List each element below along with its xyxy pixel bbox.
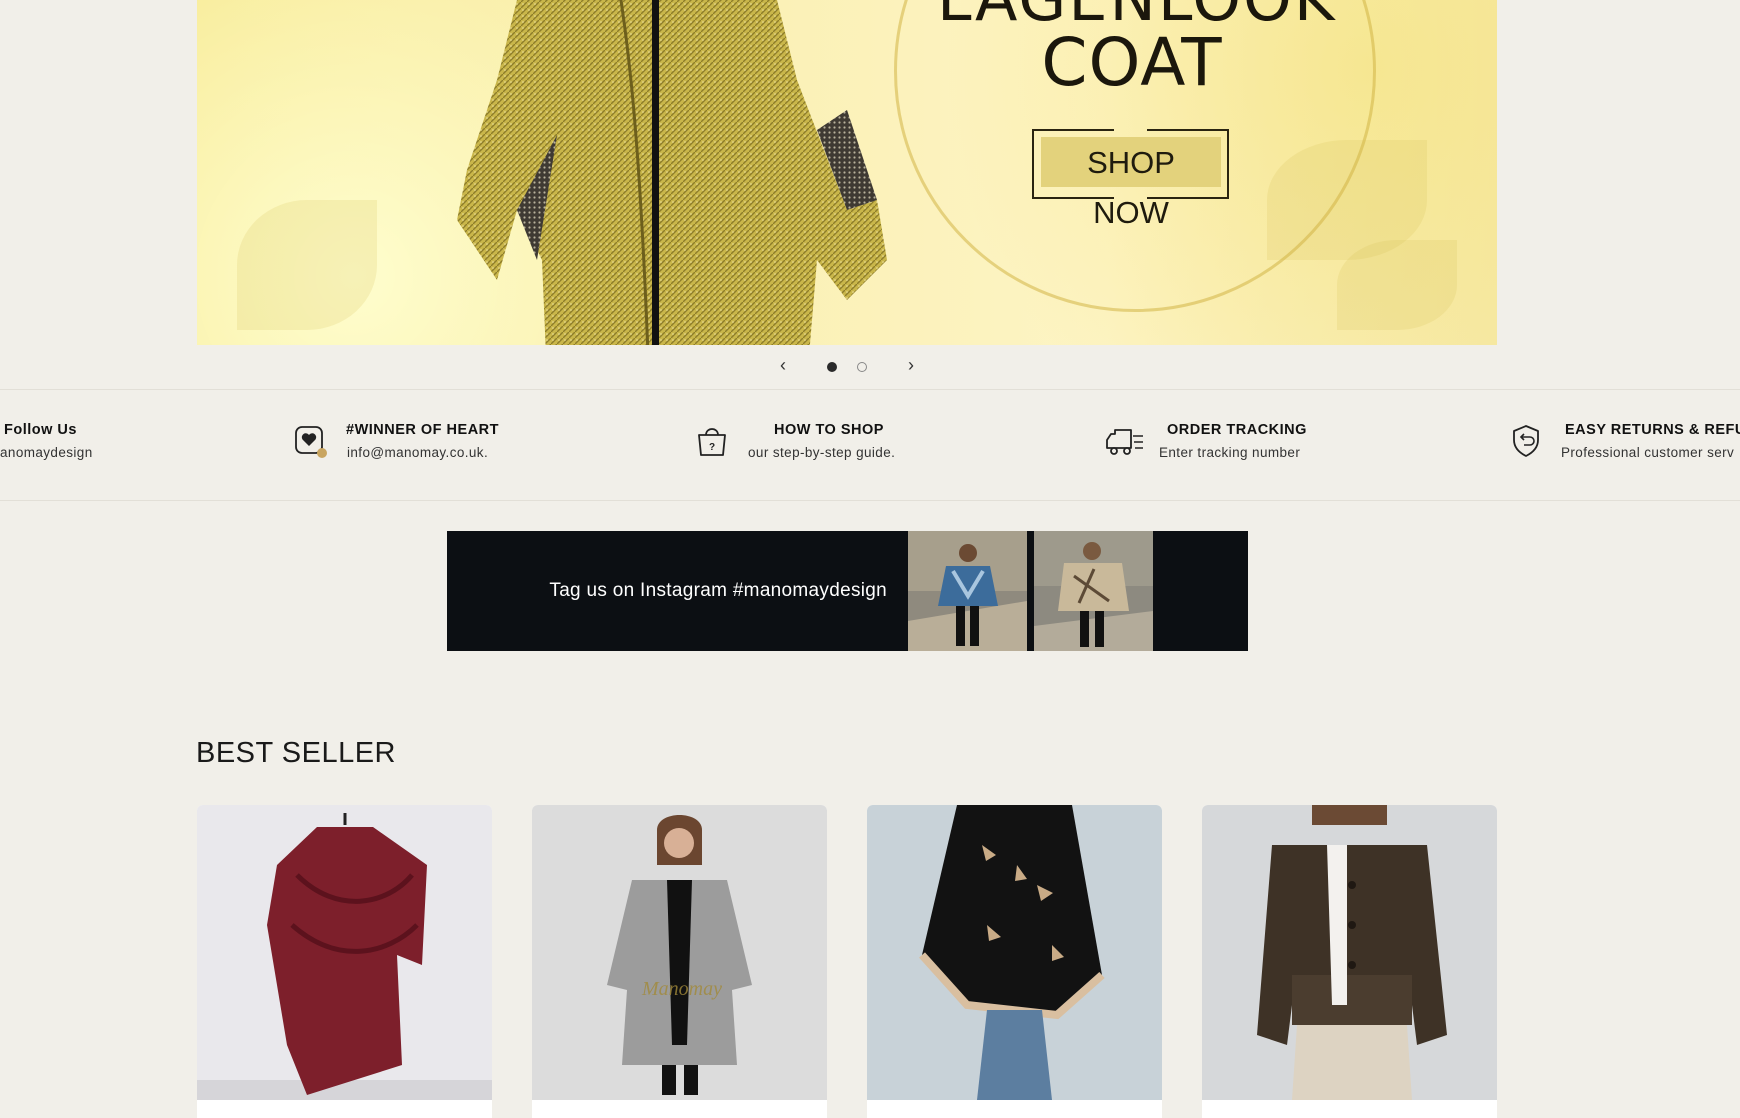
feature-title: #WINNER OF HEART (346, 422, 499, 438)
feature-title: HOW TO SHOP (774, 422, 884, 438)
decorative-flower (237, 200, 377, 330)
svg-text:Manomay: Manomay (641, 978, 722, 1000)
feature-subtitle: Professional customer serv (1561, 445, 1735, 460)
shield-return-icon (1513, 425, 1539, 457)
hero-title: COAT (1041, 24, 1223, 101)
instagram-photo-2[interactable] (1034, 531, 1153, 651)
feature-title: Follow Us (4, 422, 77, 438)
shop-now-button[interactable]: SHOP NOW (1041, 137, 1221, 230)
feature-easy-returns[interactable]: EASY RETURNS & REFUI Professional custom… (1510, 422, 1740, 472)
carousel-dot-1[interactable] (827, 362, 837, 372)
carousel-dot-2[interactable] (857, 362, 867, 372)
best-seller-title: BEST SELLER (196, 737, 397, 769)
feature-subtitle: anomaydesign (0, 445, 93, 460)
product-card-4[interactable] (1202, 805, 1497, 1118)
instagram-banner: Tag us on Instagram #manomaydesign (447, 531, 1248, 651)
product-image-grey-coat: Manomay (532, 805, 827, 1100)
instagram-photo-beige-top (1034, 531, 1153, 651)
shopping-bag-question-icon: ? (698, 428, 726, 456)
decorative-leaf (1337, 240, 1457, 330)
feature-subtitle: Enter tracking number (1159, 445, 1301, 460)
heart-badge-icon (295, 426, 327, 458)
chevron-left-icon[interactable]: ‹ (773, 355, 793, 375)
feature-follow-us[interactable]: Follow Us anomaydesign (0, 422, 120, 472)
feature-subtitle: info@manomay.co.uk. (347, 445, 489, 460)
product-card-1[interactable] (197, 805, 492, 1118)
hero-banner[interactable]: LAGENLOOK COAT SHOP NOW (197, 0, 1497, 345)
feature-title: EASY RETURNS & REFUI (1565, 422, 1740, 438)
feature-order-tracking[interactable]: ORDER TRACKING Enter tracking number (1103, 422, 1323, 472)
feature-title: ORDER TRACKING (1167, 422, 1307, 438)
feature-winner-of-heart[interactable]: #WINNER OF HEART info@manomay.co.uk. (293, 422, 513, 472)
chevron-right-icon[interactable]: › (901, 355, 921, 375)
instagram-photo-1[interactable] (908, 531, 1027, 651)
svg-text:?: ? (709, 442, 715, 453)
product-image-black-poncho (867, 805, 1162, 1100)
product-image-brown-jacket (1202, 805, 1497, 1100)
product-card-3[interactable] (867, 805, 1162, 1118)
shop-now-frame: SHOP NOW (1032, 129, 1229, 230)
feature-strip: Follow Us anomaydesign #WINNER OF HEART … (0, 389, 1740, 501)
product-card-2[interactable]: Manomay (532, 805, 827, 1118)
feature-how-to-shop[interactable]: ? HOW TO SHOP our step-by-step guide. (695, 422, 915, 472)
coat-image (457, 0, 887, 345)
delivery-truck-icon (1106, 429, 1143, 455)
instagram-text: Tag us on Instagram #manomaydesign (549, 580, 887, 601)
feature-subtitle: our step-by-step guide. (748, 445, 896, 460)
instagram-photo-blue-top (908, 531, 1027, 651)
product-image-burgundy-shawl (197, 805, 492, 1100)
